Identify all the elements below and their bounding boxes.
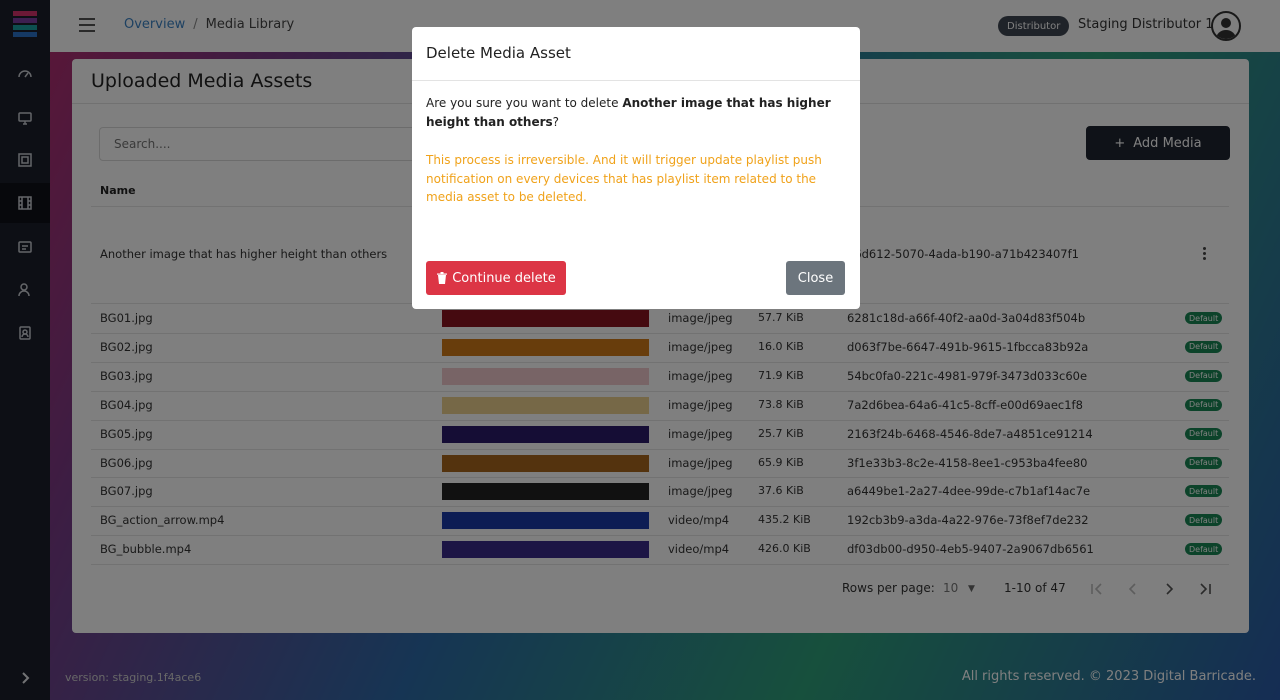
close-button[interactable]: Close [786,261,845,295]
dialog-title: Delete Media Asset [426,44,571,62]
dialog-question: Are you sure you want to delete Another … [426,94,841,132]
trash-icon [437,271,448,284]
dialog-divider [412,80,860,81]
continue-delete-label: Continue delete [452,270,556,286]
question-prefix: Are you sure you want to delete [426,96,623,110]
question-suffix: ? [552,115,560,129]
dialog-warning: This process is irreversible. And it wil… [426,153,822,204]
continue-delete-button[interactable]: Continue delete [426,261,566,295]
delete-media-dialog: Delete Media Asset Are you sure you want… [412,27,860,309]
